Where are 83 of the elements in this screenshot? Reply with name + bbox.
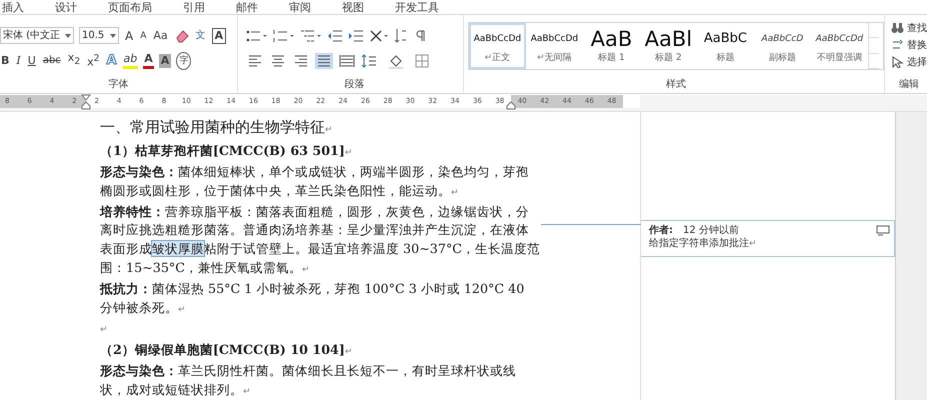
justify-icon[interactable] [314,52,333,68]
superscript-button[interactable]: x$^{2}$ [86,52,100,70]
style-preview: AaB [590,28,632,50]
body-paragraph: 抵抗力：菌体湿热 55°C 1 小时被杀死，芽孢 100°C 3 小时或 120°C 40 分钟被杀死。↵ [100,280,526,317]
body-paragraph: 形态与染色：革兰氏阴性杆菌。菌体细长且长短不一，有时呈球杆状或线状，成对或短链状排列。↵ [100,362,517,399]
comment-text: 给指定字符串添加批注↵ [649,237,758,251]
caret-icon [65,34,71,38]
underline-button[interactable]: U [26,54,37,68]
pointer-icon [891,56,904,68]
style-preview: AaBl [644,28,692,50]
grow-font-button[interactable]: A [124,28,134,42]
caret-icon [110,34,116,38]
sort-icon[interactable] [394,28,408,44]
bold-button[interactable]: B [0,54,10,68]
style-name: 标题 2 [655,52,682,64]
editing-command[interactable]: 查找 [891,21,927,35]
text-effect-button[interactable]: A [105,54,118,68]
style-option[interactable]: AaBbCcDd ↵无间隔 [526,23,583,69]
group-label: 样式 [664,79,687,92]
decrease-indent-icon[interactable] [326,28,343,42]
paragraph-mark: ↵ [100,325,108,336]
style-preview: AaBbCcDd [530,34,578,44]
style-option[interactable]: AaB 标题 1 [582,23,640,69]
shrink-font-button[interactable]: A [139,28,148,42]
character-shading-button[interactable]: A [158,54,172,68]
style-option[interactable]: AaBbC 标题 [696,23,754,69]
style-option[interactable]: AaBbCcDd ↵正文 [468,23,526,69]
comment-time: 12 分钟以前 [683,224,739,237]
ribbon-tab[interactable]: 设计 [55,1,95,14]
style-name: 副标题 [768,52,796,64]
editing-command[interactable]: 替换 [891,38,927,52]
style-option[interactable]: AaBl 标题 2 [640,23,697,69]
ribbon-tab[interactable]: 审阅 [289,1,329,14]
style-name: 标题 [716,52,734,64]
style-preview: AaBbCcDd [816,34,864,44]
eraser-icon[interactable] [174,28,190,44]
section-heading: （1）枯草芽孢杆菌[CMCC(B) 63 501]↵ [100,142,354,160]
group-label: 字体 [107,79,130,92]
style-name: 标题 1 [598,52,625,64]
ribbon-tab[interactable]: 插入 [2,1,42,14]
style-option[interactable]: AaBbCcDd 不明显强调 [810,23,868,69]
multilevel-list-icon[interactable] [300,28,322,42]
indent-marker-icon[interactable] [80,94,91,110]
group-label: 段落 [343,79,366,92]
style-preview: AaBbC [704,31,747,46]
character-border-button[interactable]: A [212,28,226,44]
body-paragraph: 培养特性：营养琼脂平板：菌落表面粗糙，圆形，灰黄色，边缘锯齿状，分离时应挑选粗糙形菌落。普通肉汤培养基：呈少量浑浊并产生沉淀，在液体表面形成皱状厚膜粘附于试管壁上。最适宜培养温度 30~37°C，生长温度范围：15~35°C，兼性厌氧或需氧。↵ [100,202,540,277]
ribbon-tab[interactable]: 视图 [342,1,382,14]
binoculars-icon [891,22,904,34]
gallery-scrollbar[interactable] [868,23,879,69]
increase-indent-icon[interactable] [348,28,364,42]
style-name: 不明显强调 [816,52,862,64]
distributed-icon[interactable] [338,52,356,68]
comment-card[interactable]: 作者: 12 分钟以前 给指定字符串添加批注↵ [641,220,895,257]
font-name-dropdown[interactable]: 宋体 (中文正 [0,27,74,44]
editing-command[interactable]: 选择 [891,55,927,69]
ribbon-tab[interactable]: 邮件 [236,1,276,14]
ribbon-tab[interactable]: 引用 [183,1,223,14]
font-color-button[interactable]: A [143,52,154,69]
numbered-list-icon[interactable] [272,28,295,42]
font-size-dropdown[interactable]: 10.5 [79,27,119,44]
ribbon-tab[interactable]: 页面布局 [108,1,170,14]
italic-button[interactable]: I [15,54,22,68]
style-option[interactable]: AaBbCcD 副标题 [754,23,811,69]
commented-text: 皱状厚膜 [152,241,204,256]
body-paragraph: 形态与染色：菌体细短棒状，单个或成链状，两端半圆形，染色均匀，芽孢椭圆形或圆柱形，位于菌体中央，革兰氏染色阳性，能运动。↵ [100,163,530,200]
replace-icon [891,39,904,51]
change-case-button[interactable]: Aa [152,28,169,42]
bullet-list-icon[interactable] [246,28,268,42]
ribbon-tab[interactable]: 开发工具 [395,1,457,14]
phonetic-guide-button[interactable]: 文 [194,28,207,42]
group-label: 编辑 [898,79,920,92]
enclose-character-button[interactable]: 字 [176,52,192,70]
style-name: ↵正文 [484,52,510,64]
style-preview: AaBbCcDd [474,34,522,44]
style-name: ↵无间隔 [537,52,572,64]
comment-author: 作者: [649,224,673,237]
section-heading: （2）铜绿假单胞菌[CMCC(B) 10 104]↵ [100,341,354,360]
highlight-button[interactable]: ab [122,52,138,69]
subscript-button[interactable]: x$_{2}$ [66,51,82,70]
style-preview: AaBbCcD [762,34,804,44]
strikethrough-button[interactable]: abc [42,54,62,68]
document-heading: 一、常用试验用菌种的生物学特征↵ [100,117,334,138]
